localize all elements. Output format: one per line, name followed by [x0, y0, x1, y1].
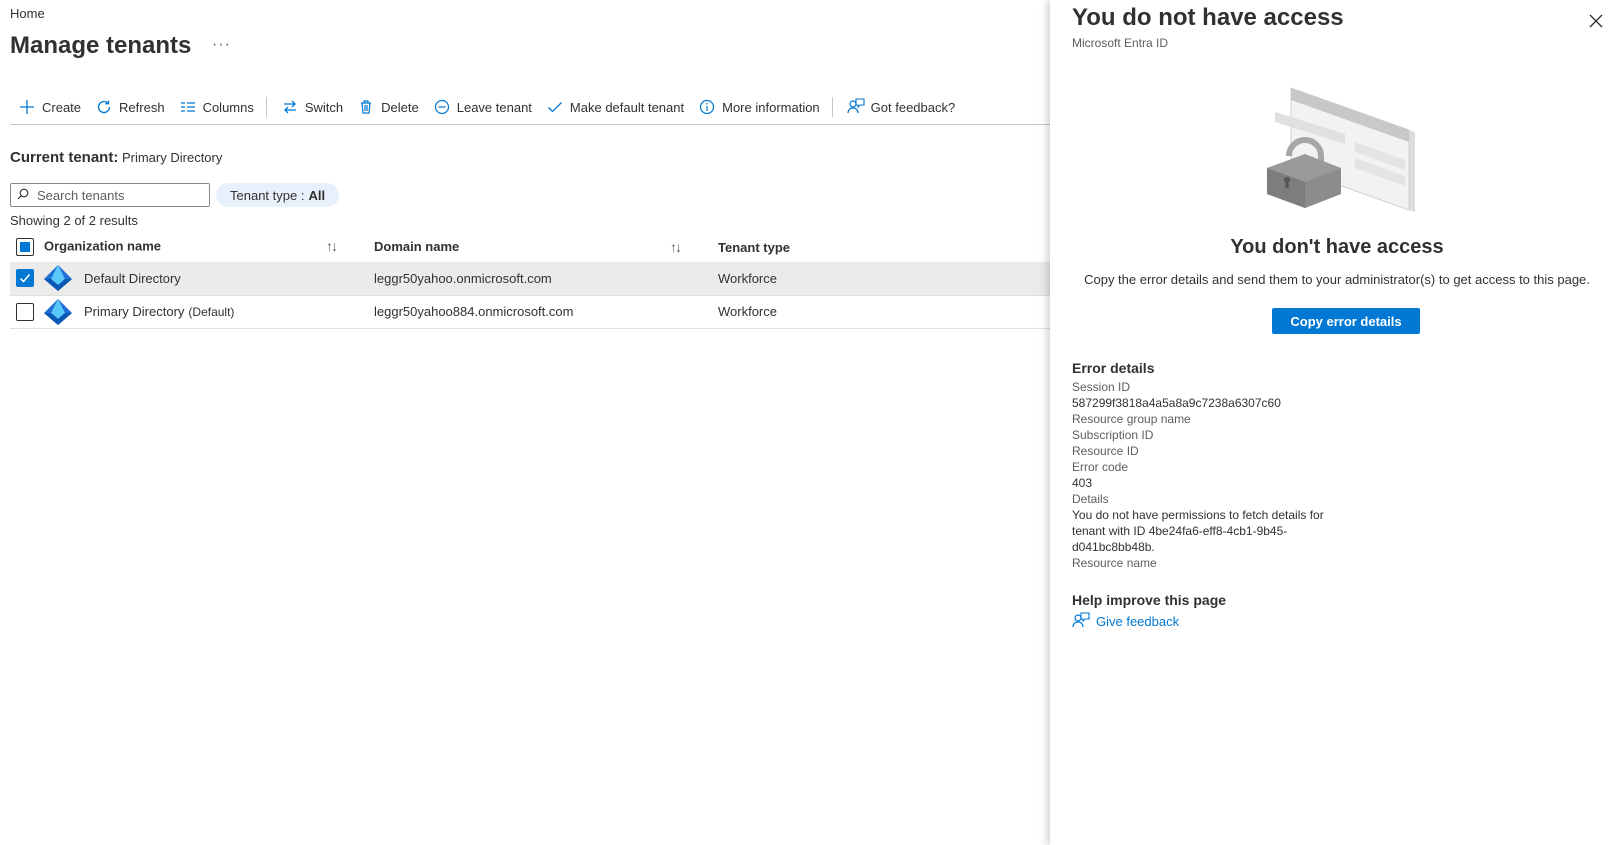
- details-line-3: d041bc8bb48b.: [1072, 540, 1155, 554]
- sort-icon[interactable]: ↑↓: [326, 238, 338, 254]
- search-input[interactable]: [35, 186, 205, 204]
- tenant-type-header-label: Tenant type: [718, 239, 790, 255]
- select-all-checkbox[interactable]: [16, 238, 34, 256]
- details-label: Details: [1072, 492, 1109, 506]
- current-tenant: Current tenant: Primary Directory: [10, 149, 222, 166]
- more-information-button[interactable]: More information: [690, 94, 826, 120]
- locked-card-illustration: [1245, 82, 1425, 232]
- breadcrumb-home[interactable]: Home: [10, 6, 45, 21]
- toolbar-divider: [265, 97, 267, 117]
- session-id-value: 587299f3818a4a5a8a9c7238a6307c60: [1072, 396, 1281, 410]
- toolbar-divider-line: [10, 124, 1050, 125]
- domain-cell: leggr50yahoo.onmicrosoft.com: [348, 262, 692, 296]
- resource-name-label: Resource name: [1072, 556, 1157, 570]
- switch-button[interactable]: Switch: [273, 94, 349, 120]
- column-header-tenant-type[interactable]: Tenant type: [692, 232, 1050, 262]
- plus-icon: [18, 98, 36, 116]
- organization-cell: Default Directory: [10, 262, 348, 296]
- sort-icon[interactable]: ↑↓: [670, 239, 682, 255]
- columns-button[interactable]: Columns: [171, 94, 260, 120]
- switch-label: Switch: [304, 99, 344, 115]
- domain-cell: leggr50yahoo884.onmicrosoft.com: [348, 295, 692, 329]
- organization-name[interactable]: Primary Directory: [84, 304, 184, 319]
- table-header-row: Organization name ↑↓ Domain name ↑↓ Tena…: [10, 232, 1050, 262]
- no-access-heading: You don't have access: [1230, 236, 1444, 258]
- search-box[interactable]: [10, 183, 210, 207]
- column-header-organization-name[interactable]: Organization name ↑↓: [10, 232, 348, 262]
- row-checkbox[interactable]: [16, 269, 34, 288]
- more-information-label: More information: [722, 99, 820, 115]
- error-code-value: 403: [1072, 476, 1093, 490]
- checkmark-icon: [546, 98, 564, 116]
- refresh-label: Refresh: [119, 99, 165, 115]
- refresh-icon: [95, 98, 113, 116]
- create-label: Create: [42, 99, 82, 115]
- create-button[interactable]: Create: [10, 94, 87, 120]
- tenant-type-filter-label: Tenant type :: [230, 187, 305, 203]
- info-icon: [698, 98, 716, 116]
- switch-arrows-icon: [281, 98, 299, 116]
- got-feedback-label: Got feedback?: [870, 99, 956, 115]
- page-title: Manage tenants: [10, 32, 192, 59]
- feedback-person-icon: [847, 98, 865, 116]
- close-icon: [1589, 14, 1603, 31]
- columns-label: Columns: [202, 99, 254, 115]
- delete-label: Delete: [381, 99, 419, 115]
- tenant-type-cell: Workforce: [692, 262, 1050, 296]
- refresh-button[interactable]: Refresh: [87, 94, 171, 120]
- subscription-id-label: Subscription ID: [1072, 428, 1154, 442]
- resource-id-label: Resource ID: [1072, 444, 1139, 458]
- details-line-2: tenant with ID 4be24fa6-eff8-4cb1-9b45-: [1072, 524, 1288, 538]
- no-access-description: Copy the error details and send them to …: [1084, 272, 1590, 287]
- no-access-panel: You do not have access Microsoft Entra I…: [1050, 0, 1624, 845]
- minus-circle-icon: [433, 98, 451, 116]
- toolbar-divider: [831, 97, 833, 117]
- domain-name-header-label: Domain name: [374, 239, 460, 254]
- table-row[interactable]: Default Directory leggr50yahoo.onmicroso…: [10, 262, 1050, 296]
- organization-cell: Primary Directory (Default): [10, 295, 348, 329]
- main-pane: Home Manage tenants ··· Create Refresh C…: [0, 0, 1050, 845]
- got-feedback-button[interactable]: Got feedback?: [839, 94, 962, 120]
- help-improve-title: Help improve this page: [1072, 592, 1227, 608]
- details-line-1: You do not have permissions to fetch det…: [1072, 508, 1324, 522]
- error-details-list: Session ID 587299f3818a4a5a8a9c7238a6307…: [1072, 379, 1352, 571]
- entra-directory-icon: [42, 298, 74, 326]
- row-checkbox[interactable]: [16, 302, 34, 321]
- organization-name-header-label: Organization name: [44, 238, 162, 254]
- tenant-type-cell: Workforce: [692, 295, 1050, 329]
- columns-icon: [179, 98, 197, 116]
- current-tenant-label: Current tenant:: [10, 149, 119, 166]
- give-feedback-label: Give feedback: [1096, 613, 1180, 629]
- make-default-tenant-label: Make default tenant: [569, 99, 685, 115]
- table-row[interactable]: Primary Directory (Default) leggr50yahoo…: [10, 295, 1050, 329]
- search-icon: [17, 188, 29, 203]
- feedback-person-icon: [1072, 612, 1090, 630]
- command-bar: Create Refresh Columns Switch Delete Lea…: [10, 94, 961, 120]
- tenant-type-filter[interactable]: Tenant type : All: [216, 183, 340, 207]
- panel-subtitle: Microsoft Entra ID: [1072, 36, 1169, 50]
- session-id-label: Session ID: [1072, 380, 1131, 394]
- delete-button[interactable]: Delete: [349, 94, 425, 120]
- entra-directory-icon: [42, 264, 74, 292]
- results-count: Showing 2 of 2 results: [10, 213, 138, 228]
- tenant-type-filter-value: All: [308, 187, 326, 203]
- error-code-label: Error code: [1072, 460, 1129, 474]
- tenants-table: Organization name ↑↓ Domain name ↑↓ Tena…: [10, 232, 1050, 329]
- copy-error-details-button[interactable]: Copy error details: [1272, 308, 1420, 334]
- leave-tenant-button[interactable]: Leave tenant: [425, 94, 538, 120]
- organization-name[interactable]: Default Directory: [84, 271, 181, 286]
- make-default-tenant-button[interactable]: Make default tenant: [538, 94, 690, 120]
- panel-title: You do not have access: [1072, 4, 1344, 31]
- resource-group-label: Resource group name: [1072, 412, 1191, 426]
- leave-tenant-label: Leave tenant: [456, 99, 532, 115]
- give-feedback-link[interactable]: Give feedback: [1072, 612, 1179, 630]
- trash-icon: [357, 98, 375, 116]
- column-header-domain-name[interactable]: Domain name ↑↓: [348, 232, 692, 262]
- current-tenant-value: Primary Directory: [121, 150, 223, 165]
- more-options-button[interactable]: ···: [212, 36, 231, 54]
- close-button[interactable]: [1584, 10, 1608, 34]
- error-details-title: Error details: [1072, 360, 1155, 376]
- default-tag: (Default): [188, 304, 235, 319]
